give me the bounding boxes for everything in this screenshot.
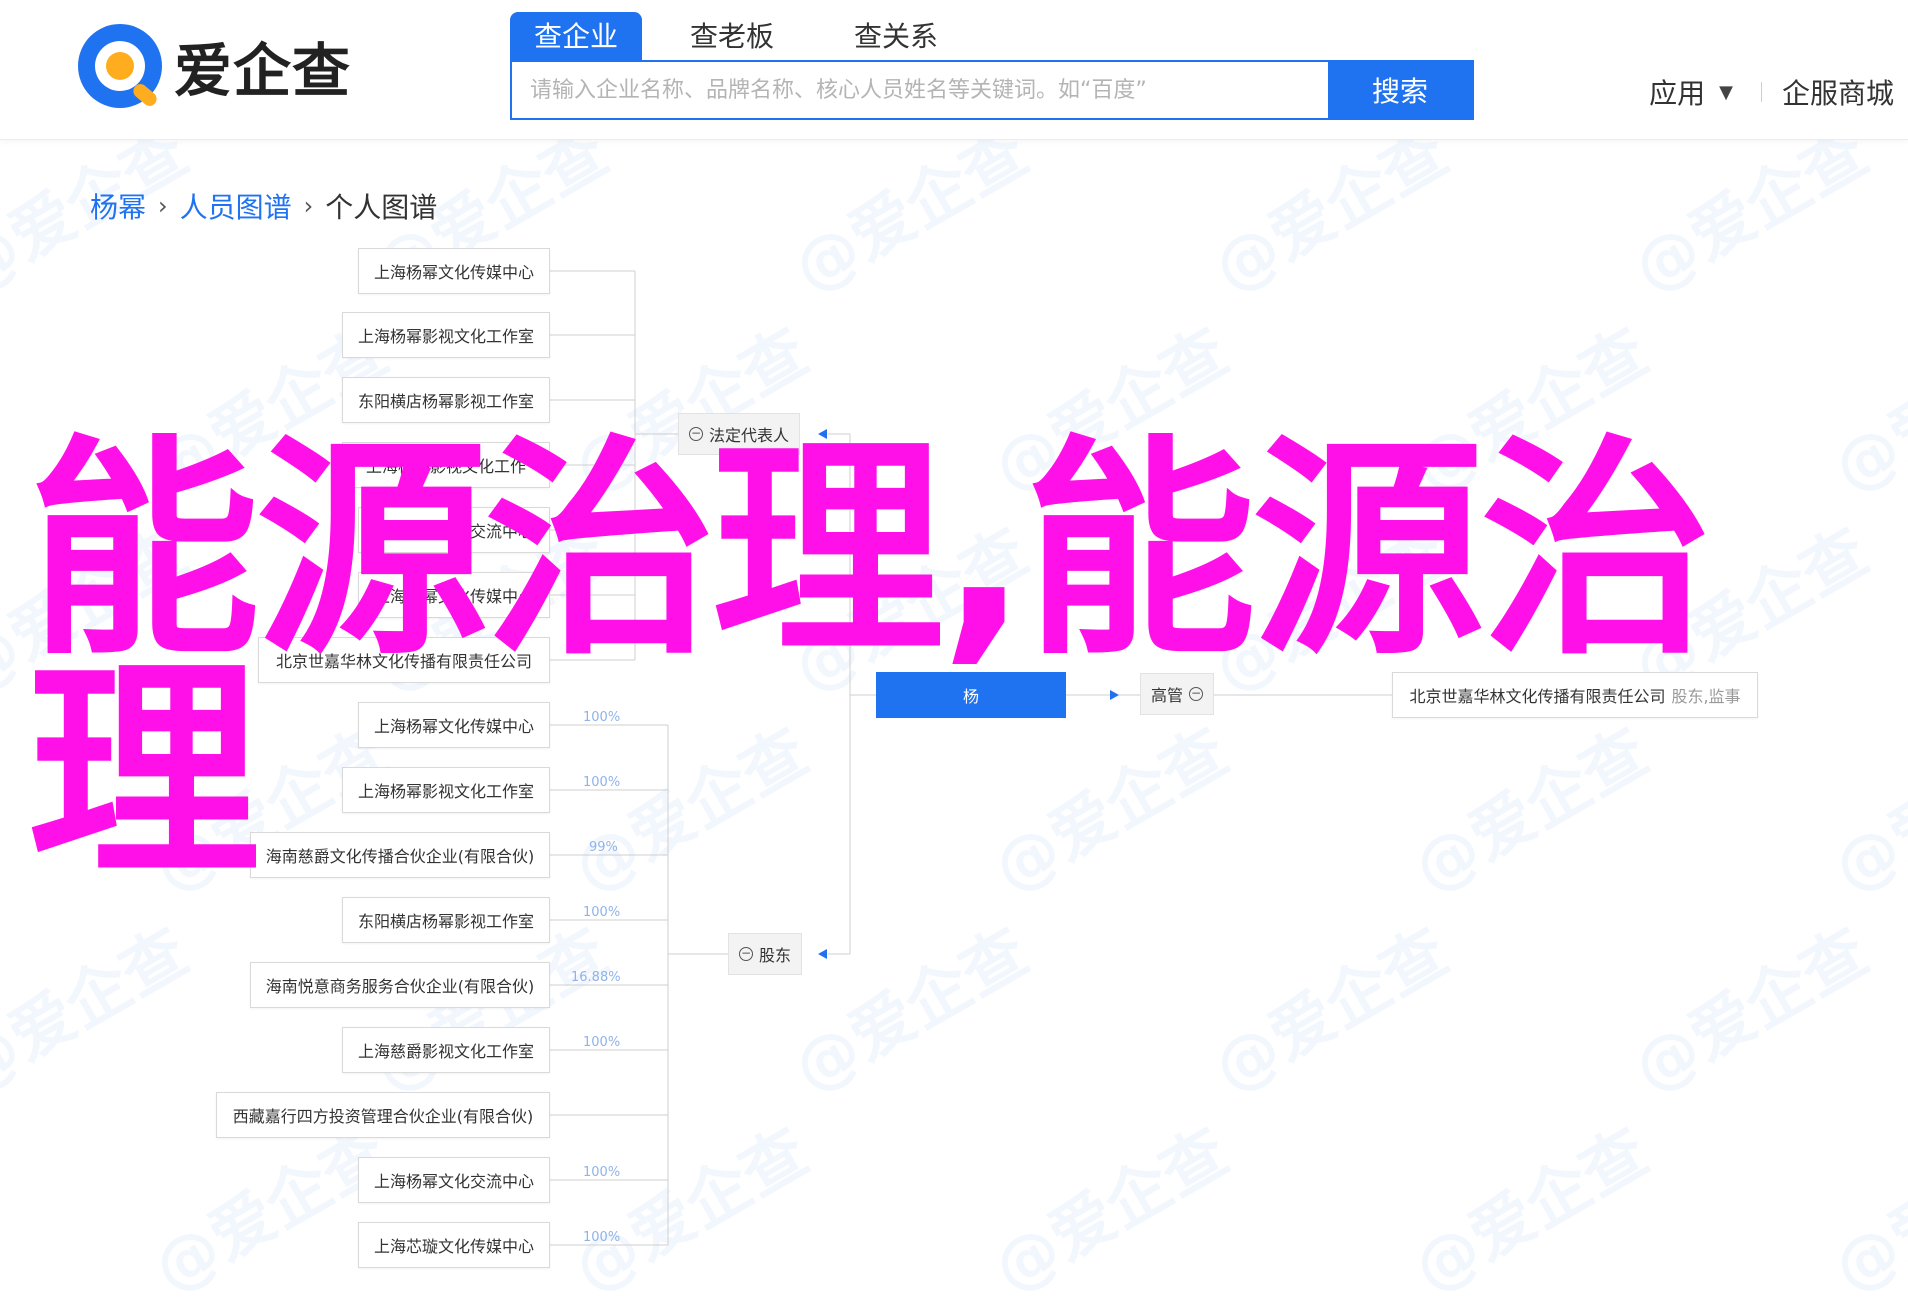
- search-tabs: 查企业 查老板 查关系: [510, 12, 994, 62]
- search-box: 搜索: [510, 60, 1474, 120]
- caret-down-icon: ▼: [1719, 81, 1733, 103]
- nav-divider: [1760, 82, 1762, 102]
- share-percent: 16.88%: [571, 970, 621, 985]
- shareholder-node[interactable]: 海南悦意商务服务合伙企业(有限合伙): [250, 962, 550, 1008]
- tab-relation[interactable]: 查关系: [830, 12, 962, 62]
- shareholder-node[interactable]: 上海杨幂文化交流中心: [358, 1157, 550, 1203]
- breadcrumb-current: 个人图谱: [325, 191, 438, 224]
- search-button[interactable]: 搜索: [1328, 62, 1472, 118]
- arrow-icon: [818, 949, 827, 959]
- share-percent: 100%: [583, 905, 621, 920]
- top-nav: 应用 ▼ 企服商城: [1649, 72, 1894, 112]
- tab-boss[interactable]: 查老板: [666, 12, 798, 62]
- search-input[interactable]: [512, 62, 1328, 118]
- nav-app-menu[interactable]: 应用 ▼: [1649, 72, 1733, 112]
- tab-company[interactable]: 查企业: [510, 12, 643, 62]
- chevron-right-icon: ›: [158, 192, 168, 220]
- logo-text: 爱企查: [174, 37, 352, 105]
- legal-node[interactable]: 上海杨幂影视文化工作室: [342, 312, 550, 358]
- shareholder-node[interactable]: 上海慈爵影视文化工作室: [342, 1027, 550, 1073]
- shareholder-group[interactable]: − 股东: [728, 933, 803, 975]
- logo-icon: [78, 24, 162, 109]
- breadcrumb-graph[interactable]: 人员图谱: [180, 186, 292, 226]
- share-percent: 100%: [583, 1230, 621, 1245]
- chevron-right-icon: ›: [303, 192, 314, 220]
- collapse-icon: −: [739, 946, 753, 961]
- share-percent: 100%: [583, 1035, 621, 1050]
- share-percent: 100%: [583, 1165, 621, 1180]
- shareholder-node[interactable]: 东阳横店杨幂影视工作室: [342, 897, 550, 943]
- nav-app-label: 应用: [1649, 77, 1706, 110]
- overlay-headline: 能源治理,能源治理: [28, 416, 1712, 908]
- legal-node[interactable]: 上海杨幂文化传媒中心: [358, 248, 550, 294]
- breadcrumb: 杨幂 › 人员图谱 › 个人图谱: [90, 186, 437, 226]
- top-header: 爱企查 查企业 查老板 查关系 搜索 应用 ▼ 企服商城: [0, 0, 1908, 140]
- breadcrumb-person[interactable]: 杨幂: [90, 186, 146, 226]
- shareholder-node[interactable]: 西藏嘉行四方投资管理合伙企业(有限合伙): [216, 1092, 550, 1138]
- nav-mall-link[interactable]: 企服商城: [1782, 72, 1894, 112]
- shareholder-node[interactable]: 上海芯璇文化传媒中心: [358, 1222, 550, 1268]
- logo[interactable]: 爱企查: [78, 24, 378, 109]
